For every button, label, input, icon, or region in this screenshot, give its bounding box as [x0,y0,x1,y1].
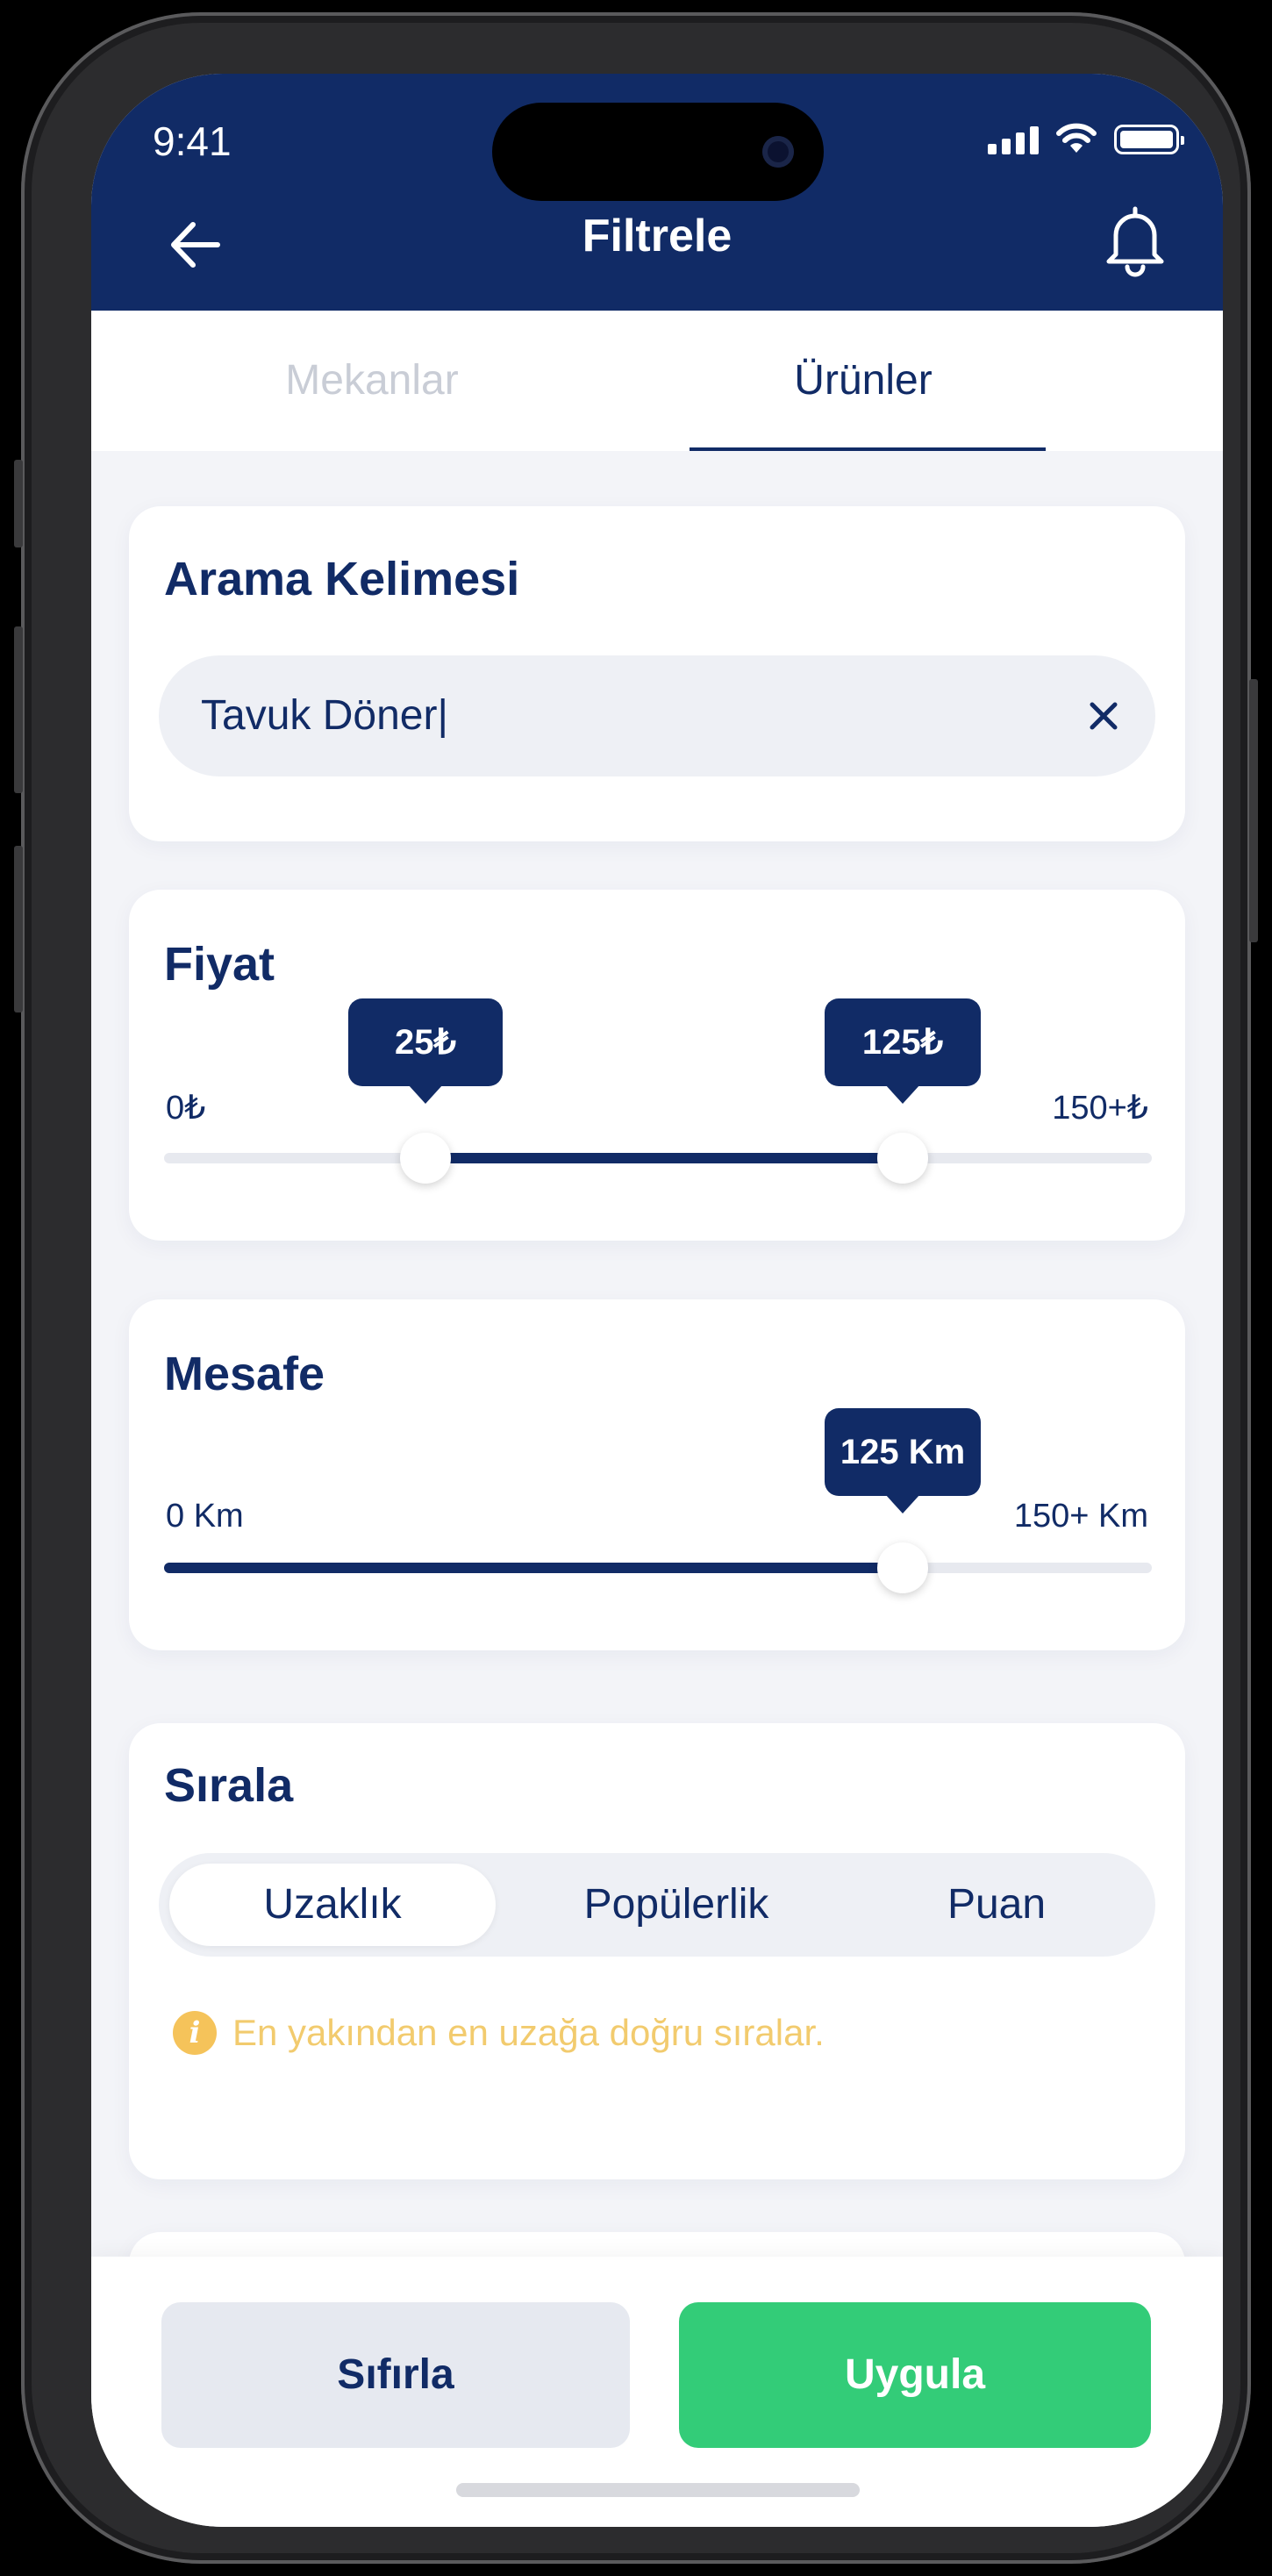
tab-urunler[interactable]: Ürünler [688,311,1039,451]
price-high-bubble: 125₺ [825,998,981,1104]
status-time: 9:41 [153,118,232,164]
search-field [159,655,1155,776]
volume-up-button [14,626,23,793]
wifi-icon [1056,123,1097,153]
price-max-label: 150+₺ [1052,1090,1148,1127]
tab-mekanlar[interactable]: Mekanlar [240,311,504,451]
price-range-fill [425,1153,903,1163]
price-high-thumb[interactable] [877,1133,928,1184]
sort-option-puan[interactable]: Puan [848,1853,1145,1957]
app-header: 9:41 Filtrele [91,74,1223,311]
search-card: Arama Kelimesi [129,506,1185,841]
distance-max-label: 150+ Km [1013,1498,1148,1535]
distance-thumb[interactable] [877,1542,928,1593]
sort-option-uzaklik[interactable]: Uzaklık [169,1864,496,1946]
reset-button[interactable]: Sıfırla [161,2302,630,2448]
price-min-label: 0₺ [166,1090,206,1127]
screen: 9:41 Filtrele Mekanlar Ürünler Arama Kel… [91,74,1223,2527]
sort-segmented-control: Uzaklık Popülerlik Puan [159,1853,1155,1957]
battery-icon [1114,125,1184,154]
distance-fill [164,1563,903,1573]
tab-bar: Mekanlar Ürünler [91,311,1223,451]
active-tab-indicator [690,447,1046,451]
sort-card: Sırala Uzaklık Popülerlik Puan i En yakı… [129,1723,1185,2179]
info-icon: i [173,2011,217,2055]
camera-icon [762,136,794,168]
price-title: Fiyat [164,938,275,991]
sort-info: i En yakından en uzağa doğru sıralar. [173,2011,825,2055]
close-icon[interactable] [1082,694,1126,738]
dynamic-island [492,103,824,201]
home-indicator[interactable] [456,2483,860,2497]
status-icons [988,121,1184,154]
search-title: Arama Kelimesi [164,553,520,605]
sort-option-populerlik[interactable]: Popülerlik [513,1853,840,1957]
power-button [1249,679,1258,942]
price-card: Fiyat 25₺ 125₺ 0₺ 150+₺ [129,890,1185,1241]
distance-min-label: 0 Km [166,1498,244,1535]
action-button [14,460,23,547]
page-title: Filtrele [582,211,732,261]
price-low-bubble: 25₺ [348,998,503,1104]
distance-card: Mesafe 125 Km 0 Km 150+ Km [129,1299,1185,1650]
distance-title: Mesafe [164,1348,325,1400]
sort-title: Sırala [164,1759,294,1812]
bell-icon[interactable] [1100,204,1170,277]
apply-button[interactable]: Uygula [679,2302,1151,2448]
sort-info-text: En yakından en uzağa doğru sıralar. [232,2012,825,2053]
phone-frame: 9:41 Filtrele Mekanlar Ürünler Arama Kel… [14,12,1258,2564]
distance-bubble: 125 Km [825,1408,981,1513]
search-input[interactable] [201,655,990,776]
cellular-signal-icon [988,125,1039,154]
price-low-thumb[interactable] [400,1133,451,1184]
volume-down-button [14,846,23,1013]
